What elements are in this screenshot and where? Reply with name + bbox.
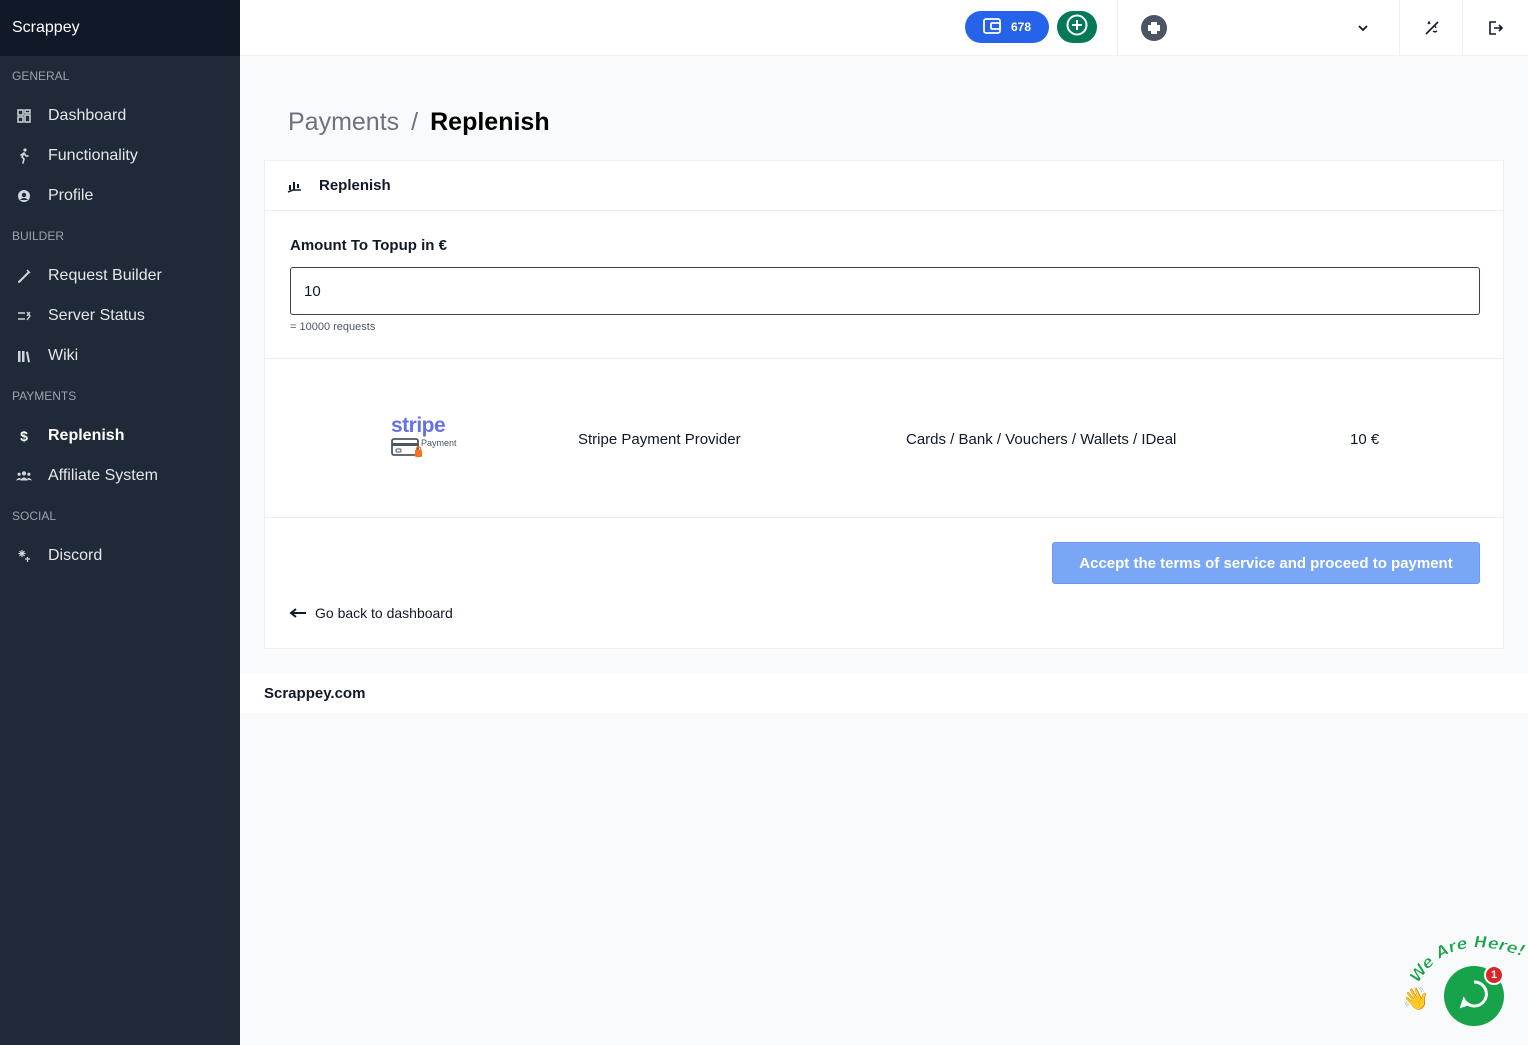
provider-amount: 10 € bbox=[1350, 431, 1380, 448]
chat-widget[interactable]: We Are Here! 👋 1 bbox=[1400, 928, 1528, 1045]
card-header: Replenish bbox=[265, 161, 1503, 211]
chat-notification-badge: 1 bbox=[1484, 965, 1504, 985]
breadcrumb: Payments / Replenish bbox=[288, 104, 550, 140]
logout-icon[interactable] bbox=[1485, 18, 1505, 38]
stripe-logo-subtext: Payment bbox=[421, 438, 457, 448]
provider-name: Stripe Payment Provider bbox=[578, 431, 741, 448]
profile-icon bbox=[16, 188, 32, 204]
add-credits-button[interactable] bbox=[1057, 11, 1097, 43]
footer-text[interactable]: Scrappey.com bbox=[264, 685, 365, 702]
section-label-social: SOCIAL bbox=[12, 509, 57, 523]
sidebar-item-label: Discord bbox=[48, 547, 103, 564]
card-lock-icon bbox=[391, 438, 422, 457]
dashboard-icon bbox=[16, 108, 32, 124]
provider-methods: Cards / Bank / Vouchers / Wallets / IDea… bbox=[906, 431, 1177, 448]
balance-value: 678 bbox=[1010, 20, 1032, 34]
row-divider bbox=[265, 358, 1503, 359]
books-icon bbox=[16, 348, 32, 364]
back-to-dashboard-link[interactable]: Go back to dashboard bbox=[289, 605, 453, 621]
sidebar-item-label: Request Builder bbox=[48, 267, 162, 284]
status-icon bbox=[16, 308, 32, 324]
requests-helper-text: = 10000 requests bbox=[290, 321, 376, 333]
sidebar-item-label: Functionality bbox=[48, 147, 138, 164]
amount-input[interactable] bbox=[290, 267, 1480, 315]
arrow-left-icon bbox=[289, 607, 307, 619]
sidebar-item-replenish[interactable]: $ Replenish bbox=[0, 416, 240, 456]
page-title: Replenish bbox=[430, 107, 550, 136]
sidebar-item-label: Dashboard bbox=[48, 107, 127, 124]
sidebar-item-label: Server Status bbox=[48, 307, 145, 324]
chevron-down-icon[interactable] bbox=[1355, 20, 1371, 36]
sidebar-item-label: Wiki bbox=[48, 347, 79, 364]
topbar: 678 bbox=[240, 0, 1528, 56]
sidebar-item-server-status[interactable]: Server Status bbox=[0, 296, 240, 336]
wand-icon bbox=[16, 268, 32, 284]
card-title: Replenish bbox=[319, 177, 391, 194]
sidebar-item-label: Affiliate System bbox=[48, 467, 158, 484]
stripe-logo-text: stripe bbox=[391, 414, 446, 437]
dollar-icon: $ bbox=[20, 428, 28, 444]
stripe-logo[interactable]: stripe Payment bbox=[391, 415, 461, 463]
section-label-payments: PAYMENTS bbox=[12, 389, 77, 403]
users-icon bbox=[16, 468, 32, 484]
wallet-icon bbox=[983, 17, 1001, 37]
sidebar-item-request-builder[interactable]: Request Builder bbox=[0, 256, 240, 296]
row-divider bbox=[265, 517, 1503, 518]
user-avatar-icon[interactable] bbox=[1140, 14, 1168, 42]
section-label-general: GENERAL bbox=[12, 69, 70, 83]
chat-bubble-icon bbox=[1458, 978, 1490, 1015]
replenish-card: Replenish Amount To Topup in € = 10000 r… bbox=[264, 160, 1504, 649]
amount-label: Amount To Topup in € bbox=[290, 237, 447, 254]
sidebar-item-discord[interactable]: Discord bbox=[0, 536, 240, 576]
balance-button[interactable]: 678 bbox=[965, 11, 1049, 43]
chart-hand-icon bbox=[287, 178, 303, 194]
breadcrumb-separator: / bbox=[411, 107, 419, 136]
sidebar-item-affiliate-system[interactable]: Affiliate System bbox=[0, 456, 240, 496]
sidebar-item-label: Profile bbox=[48, 187, 94, 204]
walking-person-icon bbox=[16, 148, 32, 164]
back-link-label: Go back to dashboard bbox=[315, 605, 453, 621]
sidebar-item-wiki[interactable]: Wiki bbox=[0, 336, 240, 376]
waving-hand-icon: 👋 bbox=[1402, 986, 1430, 1011]
discord-icon bbox=[16, 548, 32, 564]
theme-toggle-icon[interactable] bbox=[1422, 18, 1442, 38]
topbar-divider bbox=[1117, 0, 1118, 56]
sidebar: Scrappey GENERAL Dashboard Functionality… bbox=[0, 0, 240, 1045]
sidebar-item-functionality[interactable]: Functionality bbox=[0, 136, 240, 176]
topbar-divider bbox=[1399, 0, 1400, 56]
breadcrumb-parent[interactable]: Payments bbox=[288, 108, 399, 137]
sidebar-item-dashboard[interactable]: Dashboard bbox=[0, 96, 240, 136]
proceed-to-payment-button[interactable]: Accept the terms of service and proceed … bbox=[1052, 542, 1480, 584]
section-label-builder: BUILDER bbox=[12, 229, 65, 243]
footer: Scrappey.com bbox=[240, 673, 1528, 713]
topbar-divider bbox=[1462, 0, 1463, 56]
sidebar-item-label: Replenish bbox=[48, 427, 125, 444]
plus-circle-icon bbox=[1066, 14, 1088, 41]
sidebar-item-profile[interactable]: Profile bbox=[0, 176, 240, 216]
brand-name[interactable]: Scrappey bbox=[0, 0, 240, 56]
